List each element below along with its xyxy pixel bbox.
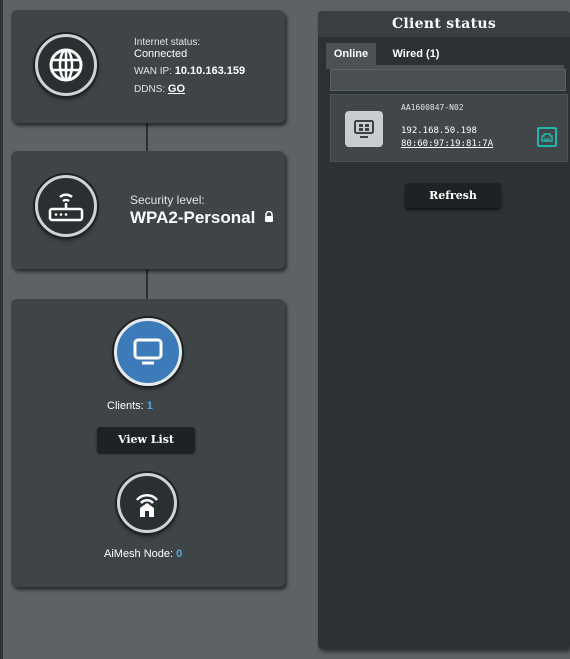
clients-row: Clients: 1 xyxy=(107,400,153,412)
wan-ip-label: WAN IP: xyxy=(134,66,172,77)
aimesh-row: AiMesh Node: 0 xyxy=(104,548,182,560)
frame-edge xyxy=(0,0,3,659)
ddns-row: DDNS: GO xyxy=(134,83,185,95)
clients-label: Clients: xyxy=(107,400,144,412)
internet-status-label: Internet status: xyxy=(134,37,201,48)
router-icon xyxy=(35,175,97,237)
aimesh-label: AiMesh Node: xyxy=(104,548,174,560)
client-name: AA1600847-N02 xyxy=(401,103,464,112)
connector-line xyxy=(146,269,148,299)
client-ip: 192.168.50.198 xyxy=(401,126,477,136)
refresh-button[interactable]: Refresh xyxy=(405,183,501,208)
security-level-label: Security level: xyxy=(130,193,205,207)
globe-icon xyxy=(35,34,97,96)
security-level-text: WPA2-Personal xyxy=(130,208,256,227)
internet-card[interactable]: Internet status: Connected WAN IP: 10.10… xyxy=(11,10,285,123)
tab-wired[interactable]: Wired (1) xyxy=(386,43,446,65)
ddns-label: DDNS: xyxy=(134,84,166,95)
client-status-title: Client status xyxy=(318,11,570,37)
clients-count: 1 xyxy=(146,400,153,412)
ddns-go-link[interactable]: GO xyxy=(168,83,185,95)
client-device-icon xyxy=(345,111,383,147)
lock-icon xyxy=(264,208,274,228)
connector-line xyxy=(146,123,148,151)
aimesh-node-icon[interactable] xyxy=(117,473,177,533)
internet-status-value: Connected xyxy=(134,48,188,60)
client-entry[interactable]: AA1600847-N02 192.168.50.198 80:60:97:19… xyxy=(330,94,568,162)
view-list-button[interactable]: View List xyxy=(97,427,195,452)
monitor-icon[interactable] xyxy=(114,318,182,386)
client-filter-input[interactable] xyxy=(330,69,566,91)
wan-ip-value: 10.10.163.159 xyxy=(174,65,246,77)
security-level-value: WPA2-Personal xyxy=(130,208,274,228)
clients-card: Clients: 1 View List AiMesh Node: 0 xyxy=(11,299,285,587)
security-card[interactable]: Security level: WPA2-Personal xyxy=(11,151,285,269)
tab-online[interactable]: Online xyxy=(326,43,376,65)
client-mac-link[interactable]: 80:60:97:19:81:7A xyxy=(401,139,493,149)
aimesh-count: 0 xyxy=(176,548,183,560)
ethernet-icon xyxy=(537,127,557,147)
wan-ip-row: WAN IP: 10.10.163.159 xyxy=(134,65,245,77)
